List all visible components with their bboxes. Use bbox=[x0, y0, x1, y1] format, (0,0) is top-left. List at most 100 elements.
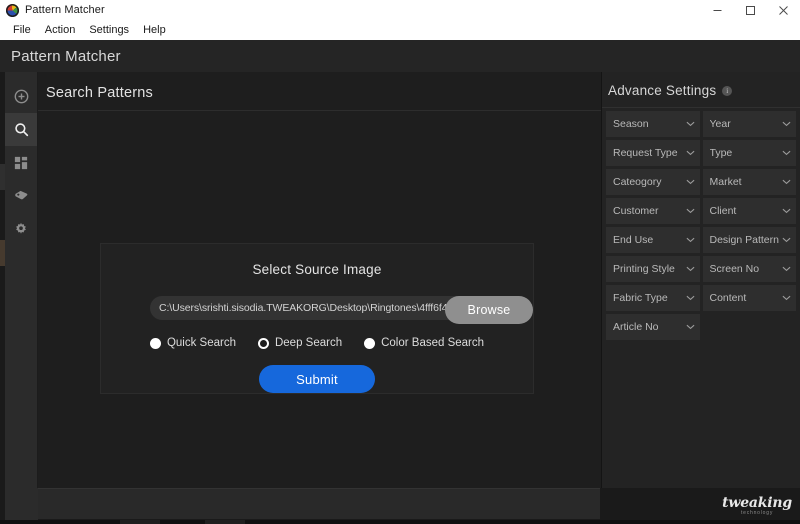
chevron-down-icon bbox=[686, 237, 695, 243]
dropdown-type[interactable]: Type bbox=[702, 140, 796, 166]
sidebar-item-tags[interactable] bbox=[5, 179, 37, 212]
grid-icon bbox=[14, 156, 28, 170]
select-source-image-card: Select Source Image Browse Quick Search … bbox=[100, 243, 534, 394]
radio-dot-quick-search bbox=[149, 337, 161, 349]
dropdown-label: Printing Style bbox=[613, 263, 675, 275]
dropdown-label: Article No bbox=[613, 321, 659, 333]
dropdown-label: Customer bbox=[613, 205, 659, 217]
dropdown-label: Year bbox=[709, 118, 731, 130]
settings-row: Printing Style Screen No bbox=[606, 256, 796, 282]
gear-icon bbox=[14, 222, 28, 236]
tag-icon bbox=[14, 188, 29, 203]
chevron-down-icon bbox=[686, 324, 695, 330]
chevron-down-icon bbox=[782, 237, 791, 243]
dropdown-season[interactable]: Season bbox=[606, 111, 700, 137]
sidebar-item-search[interactable] bbox=[5, 113, 37, 146]
settings-row: Fabric Type Content bbox=[606, 285, 796, 311]
dropdown-label: Type bbox=[709, 147, 733, 159]
dropdown-label: Market bbox=[709, 176, 742, 188]
minimize-icon[interactable] bbox=[701, 0, 734, 20]
left-edge-strip bbox=[0, 72, 5, 488]
dropdown-label: Screen No bbox=[709, 263, 760, 275]
title-bar: Pattern Matcher bbox=[0, 0, 800, 20]
watermark-brand: tweaking bbox=[722, 495, 792, 511]
maximize-icon[interactable] bbox=[734, 0, 767, 20]
dropdown-end-use[interactable]: End Use bbox=[606, 227, 700, 253]
dropdown-label: End Use bbox=[613, 234, 654, 246]
main-title-row: Search Patterns bbox=[38, 72, 601, 111]
settings-row: Season Year bbox=[606, 111, 796, 137]
dropdown-label: Client bbox=[709, 205, 737, 217]
close-icon[interactable] bbox=[767, 0, 800, 20]
chevron-down-icon bbox=[782, 266, 791, 272]
browse-button[interactable]: Browse bbox=[445, 296, 533, 324]
plus-circle-icon bbox=[14, 89, 29, 104]
radio-label-color-based-search: Color Based Search bbox=[381, 337, 485, 350]
chevron-down-icon bbox=[686, 179, 695, 185]
dropdown-content[interactable]: Content bbox=[702, 285, 796, 311]
chevron-down-icon bbox=[686, 208, 695, 214]
info-icon[interactable]: i bbox=[722, 85, 733, 96]
source-path-row: Browse bbox=[150, 296, 533, 324]
dropdown-customer[interactable]: Customer bbox=[606, 198, 700, 224]
settings-row: End Use Design Pattern bbox=[606, 227, 796, 253]
menu-item-help[interactable]: Help bbox=[136, 22, 173, 38]
app-header: Pattern Matcher bbox=[0, 40, 800, 72]
search-mode-radio-group: Quick Search Deep Search Color Based Sea… bbox=[149, 337, 484, 350]
app-header-title: Pattern Matcher bbox=[11, 47, 121, 65]
menu-bar: File Action Settings Help bbox=[0, 20, 800, 40]
radio-option-deep-search[interactable]: Deep Search bbox=[257, 337, 343, 350]
page-title: Search Patterns bbox=[46, 85, 153, 101]
app-logo-icon bbox=[6, 3, 19, 17]
chevron-down-icon bbox=[686, 266, 695, 272]
radio-dot-color-based-search bbox=[364, 337, 376, 349]
advance-settings-grid: Season Year Request Type Type Cateogory … bbox=[602, 108, 800, 340]
window-title: Pattern Matcher bbox=[25, 4, 105, 16]
advance-settings-panel: Advance Settings i Season Year Request T… bbox=[601, 72, 800, 488]
chevron-down-icon bbox=[782, 208, 791, 214]
dropdown-label: Design Pattern bbox=[709, 234, 779, 246]
search-icon bbox=[14, 122, 29, 137]
dropdown-label: Season bbox=[613, 118, 649, 130]
dropdown-article-no[interactable]: Article No bbox=[606, 314, 700, 340]
dropdown-screen-no[interactable]: Screen No bbox=[702, 256, 796, 282]
chevron-down-icon bbox=[782, 150, 791, 156]
settings-row: Request Type Type bbox=[606, 140, 796, 166]
radio-option-color-based-search[interactable]: Color Based Search bbox=[364, 337, 484, 349]
chevron-down-icon bbox=[686, 121, 695, 127]
dropdown-fabric-type[interactable]: Fabric Type bbox=[606, 285, 700, 311]
radio-option-quick-search[interactable]: Quick Search bbox=[149, 337, 236, 350]
menu-item-file[interactable]: File bbox=[6, 22, 38, 38]
main-body: Select Source Image Browse Quick Search … bbox=[38, 111, 601, 488]
radio-label-quick-search: Quick Search bbox=[166, 337, 236, 350]
card-title: Select Source Image bbox=[252, 262, 382, 277]
footer-bar: tweaking technology bbox=[0, 488, 800, 524]
chevron-down-icon bbox=[782, 295, 791, 301]
dropdown-market[interactable]: Market bbox=[702, 169, 796, 195]
dropdown-request-type[interactable]: Request Type bbox=[606, 140, 700, 166]
dropdown-year[interactable]: Year bbox=[702, 111, 796, 137]
menu-item-action[interactable]: Action bbox=[38, 22, 83, 38]
source-path-input[interactable] bbox=[159, 302, 484, 315]
settings-row: Article No bbox=[606, 314, 796, 340]
submit-button[interactable]: Submit bbox=[259, 365, 375, 393]
dropdown-label: Content bbox=[709, 292, 747, 304]
advance-settings-header: Advance Settings i bbox=[602, 72, 800, 108]
sidebar-item-add[interactable] bbox=[5, 80, 37, 113]
dropdown-design-pattern[interactable]: Design Pattern bbox=[702, 227, 796, 253]
window-controls bbox=[701, 0, 800, 20]
main-content: Search Patterns Select Source Image Brow… bbox=[38, 72, 601, 488]
advance-settings-title: Advance Settings bbox=[608, 83, 717, 98]
dropdown-category[interactable]: Cateogory bbox=[606, 169, 700, 195]
dropdown-printing-style[interactable]: Printing Style bbox=[606, 256, 700, 282]
dropdown-label: Request Type bbox=[613, 147, 678, 159]
dropdown-client[interactable]: Client bbox=[702, 198, 796, 224]
dropdown-label: Fabric Type bbox=[613, 292, 668, 304]
tweaking-watermark: tweaking technology bbox=[722, 496, 792, 516]
sidebar-item-settings[interactable] bbox=[5, 212, 37, 245]
settings-row: Cateogory Market bbox=[606, 169, 796, 195]
sidebar-item-dashboard[interactable] bbox=[5, 146, 37, 179]
watermark-tagline: technology bbox=[740, 510, 774, 516]
radio-label-deep-search: Deep Search bbox=[274, 337, 343, 350]
menu-item-settings[interactable]: Settings bbox=[82, 22, 136, 38]
